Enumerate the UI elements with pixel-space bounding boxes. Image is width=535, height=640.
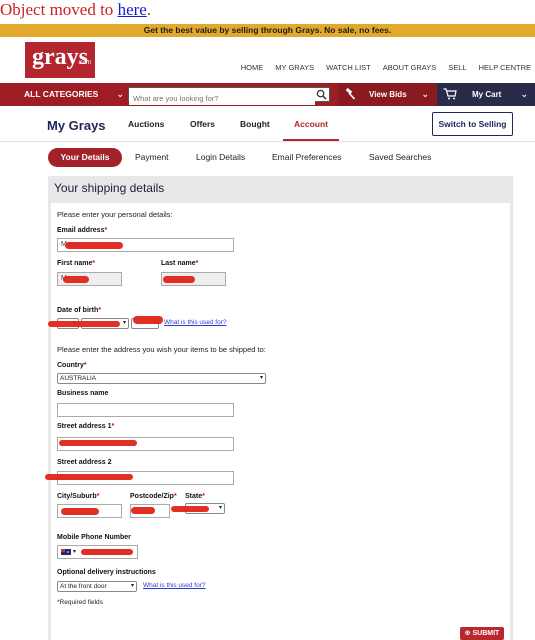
first-name-label: First name*	[57, 260, 96, 267]
all-categories-button[interactable]: ALL CATEGORIES ⌄	[24, 83, 124, 106]
personal-intro: Please enter your personal details:	[57, 210, 173, 219]
nav-offers[interactable]: Offers	[190, 119, 215, 129]
top-nav-help[interactable]: HELP CENTRE	[479, 63, 531, 72]
tab-payment[interactable]: Payment	[135, 148, 169, 167]
search-input[interactable]	[129, 92, 315, 105]
main-nav-bar: ALL CATEGORIES ⌄ View Bids ⌄ My Cart ⌄	[0, 83, 535, 106]
top-nav-watch-list[interactable]: WATCH LIST	[326, 63, 371, 72]
redaction-mark	[81, 549, 133, 555]
notice-suffix: .	[146, 0, 152, 19]
top-nav: HOME MY GRAYS WATCH LIST ABOUT GRAYS SEL…	[241, 63, 531, 72]
search-icon[interactable]	[316, 89, 327, 100]
notice-link[interactable]: here	[118, 0, 147, 19]
all-categories-label: ALL CATEGORIES	[24, 89, 99, 99]
promo-banner: Get the best value by selling through Gr…	[0, 24, 535, 37]
tab-email-preferences[interactable]: Email Preferences	[272, 148, 341, 167]
chevron-down-icon: ⌄	[520, 89, 528, 99]
dob-label: Date of birth*	[57, 307, 101, 314]
view-bids-button[interactable]: View Bids ⌄	[338, 83, 437, 106]
redaction-mark	[65, 242, 123, 249]
redaction-mark	[63, 276, 89, 283]
nav-auctions[interactable]: Auctions	[128, 119, 164, 129]
redaction-mark	[61, 508, 99, 515]
gavel-icon	[345, 88, 356, 100]
dob-info-link[interactable]: What is this used for?	[164, 319, 227, 326]
shipping-details-panel: Your shipping details Please enter your …	[45, 176, 513, 640]
view-bids-label: View Bids	[369, 90, 407, 99]
street-address-2-label: Street address 2	[57, 459, 112, 466]
country-select[interactable]: AUSTRALIA ▾	[57, 373, 266, 384]
submit-icon: ⊕	[464, 630, 471, 637]
panel-heading: Your shipping details	[54, 181, 165, 195]
account-tabs: Your Details Payment Login Details Email…	[0, 148, 535, 170]
required-note: *Required fields	[57, 599, 103, 606]
street-address-1-label: Street address 1*	[57, 423, 115, 430]
search-box	[128, 87, 330, 105]
city-label: City/Suburb*	[57, 493, 100, 500]
shipping-form: Please enter your personal details: Emai…	[45, 203, 510, 640]
redaction-mark	[59, 440, 137, 446]
notice-text: Object moved to	[0, 0, 118, 19]
delivery-label: Optional delivery instructions	[57, 569, 156, 576]
nav-bought[interactable]: Bought	[240, 119, 270, 129]
redaction-mark	[45, 474, 133, 480]
submit-label: SUBMIT	[472, 630, 500, 637]
active-nav-underline	[283, 139, 339, 141]
top-nav-home[interactable]: HOME	[241, 63, 264, 72]
chevron-down-icon: ⌄	[421, 89, 429, 99]
last-name-label: Last name*	[161, 260, 199, 267]
redaction-mark	[171, 506, 209, 512]
my-cart-button[interactable]: My Cart ⌄	[437, 83, 535, 106]
my-grays-nav: My Grays Auctions Offers Bought Account …	[0, 106, 535, 142]
postcode-label: Postcode/Zip*	[130, 493, 177, 500]
redaction-mark	[48, 321, 120, 327]
redaction-mark	[133, 316, 163, 324]
email-label: Email address*	[57, 227, 108, 234]
top-nav-about[interactable]: ABOUT GRAYS	[383, 63, 437, 72]
australia-flag-icon[interactable]	[61, 549, 71, 555]
my-grays-title: My Grays	[47, 118, 106, 133]
my-cart-label: My Cart	[472, 90, 502, 99]
submit-button[interactable]: ⊕ SUBMIT	[460, 627, 504, 640]
logo-suffix: .com	[77, 60, 91, 66]
nav-account[interactable]: Account	[294, 119, 328, 129]
chevron-down-icon: ⌄	[116, 89, 124, 99]
switch-to-selling-button[interactable]: Switch to Selling	[432, 112, 513, 136]
country-label: Country*	[57, 362, 87, 369]
redaction-mark	[163, 276, 195, 283]
redaction-mark	[131, 507, 155, 514]
business-name-field[interactable]	[57, 403, 234, 417]
object-moved-notice: Object moved to here.	[0, 0, 151, 22]
tab-saved-searches[interactable]: Saved Searches	[369, 148, 431, 167]
address-intro: Please enter the address you wish your i…	[57, 345, 266, 354]
cart-icon	[443, 88, 457, 100]
tab-login-details[interactable]: Login Details	[196, 148, 245, 167]
chevron-down-icon: ▾	[73, 549, 77, 555]
business-name-label: Business name	[57, 390, 109, 397]
top-nav-sell[interactable]: SELL	[448, 63, 466, 72]
tab-your-details[interactable]: Your Details	[48, 148, 122, 167]
grays-logo[interactable]: grays .com	[25, 42, 95, 78]
delivery-info-link[interactable]: What is this used for?	[143, 582, 206, 589]
state-label: State*	[185, 493, 205, 500]
top-nav-my-grays[interactable]: MY GRAYS	[275, 63, 314, 72]
mobile-label: Mobile Phone Number	[57, 534, 131, 541]
delivery-select[interactable]: At the front door ▾	[57, 581, 137, 592]
